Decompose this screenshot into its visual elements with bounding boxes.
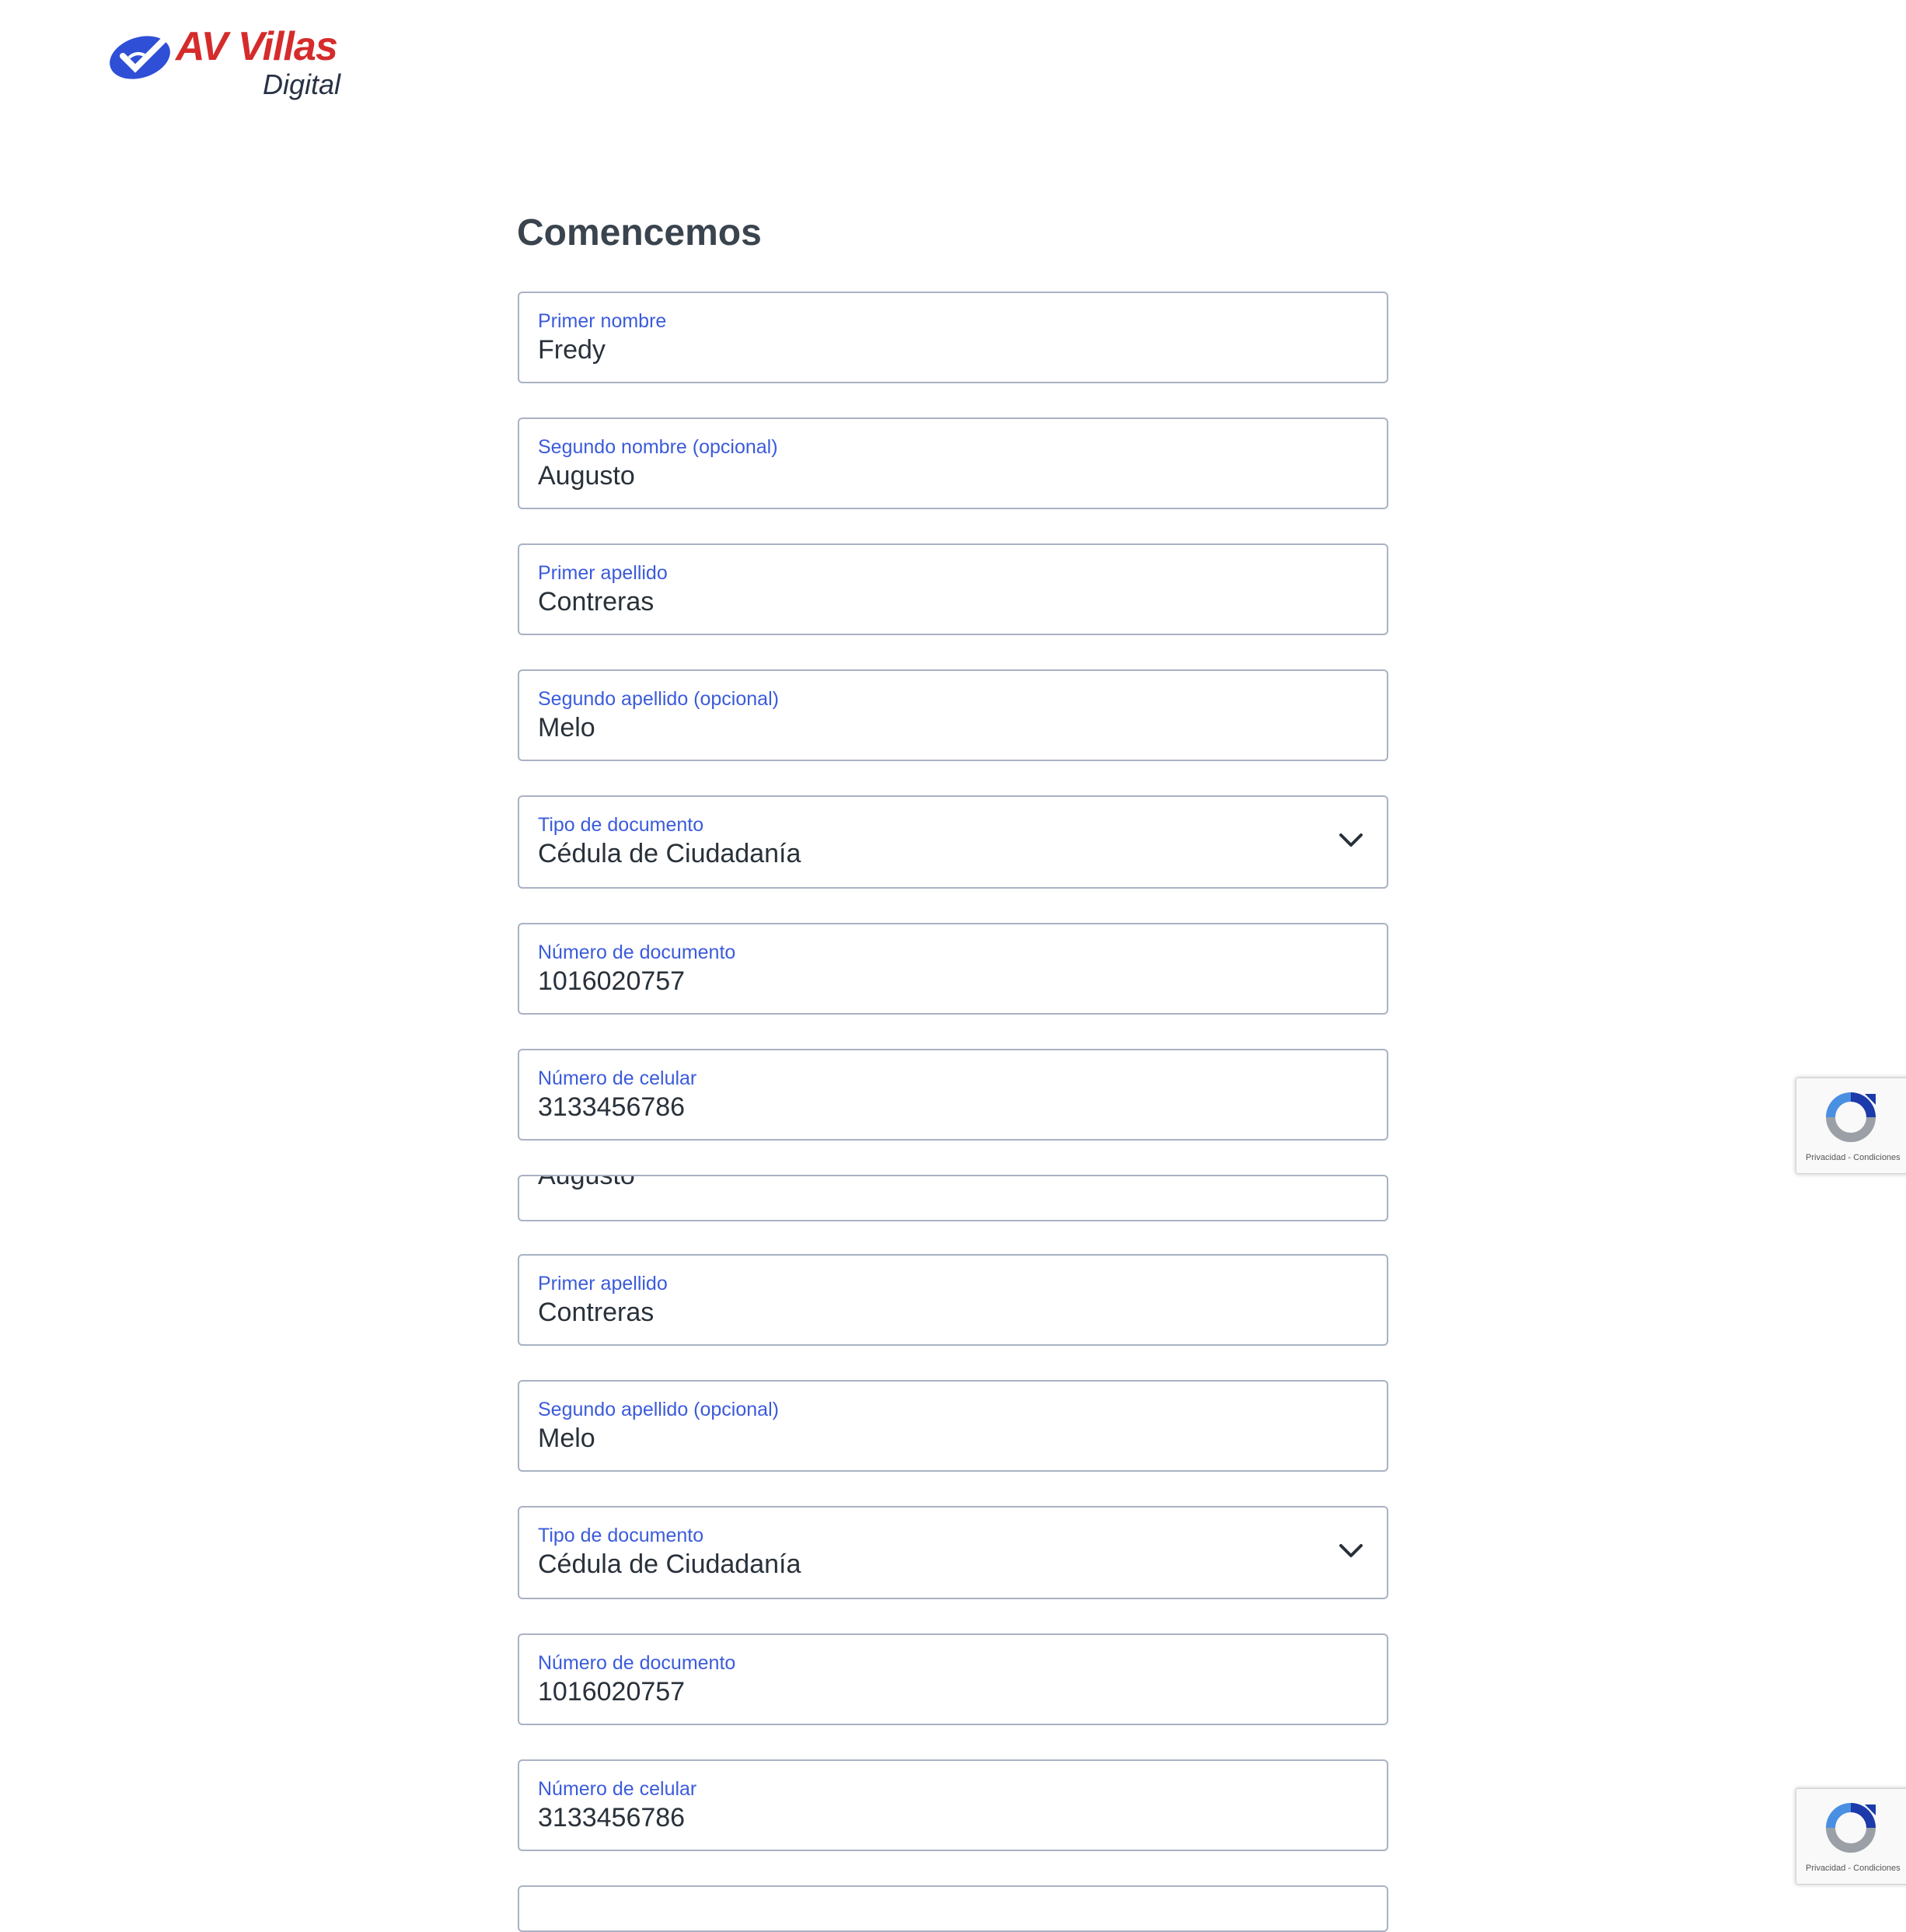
- field-label: Número de documento: [538, 942, 736, 963]
- document-number-field[interactable]: Número de documento 1016020757: [518, 1633, 1388, 1725]
- field-value[interactable]: Augusto: [538, 461, 635, 491]
- field-label: Primer nombre: [538, 310, 667, 332]
- document-number-field[interactable]: Número de documento 1016020757: [518, 923, 1388, 1015]
- field-label: Segundo nombre (opcional): [538, 436, 778, 458]
- field-value[interactable]: Contreras: [538, 1298, 654, 1328]
- field-label: Número de celular: [538, 1067, 697, 1089]
- av-villas-logo-icon: [110, 28, 176, 79]
- field-label: Tipo de documento: [538, 1525, 704, 1546]
- phone-number-field[interactable]: Número de celular 3133456786: [518, 1759, 1388, 1851]
- field-label: Primer apellido: [538, 1273, 668, 1294]
- field-value[interactable]: Fredy: [538, 335, 606, 365]
- recaptcha-links[interactable]: Privacidad - Condiciones: [1806, 1153, 1901, 1162]
- first-name-field[interactable]: Primer nombre Fredy: [518, 292, 1388, 383]
- document-type-select[interactable]: Tipo de documento Cédula de Ciudadanía: [518, 1506, 1388, 1599]
- document-type-select[interactable]: Tipo de documento Cédula de Ciudadanía: [518, 795, 1388, 889]
- av-villas-logo[interactable]: AV Villas Digital: [107, 23, 356, 109]
- field-label: Número de documento: [538, 1652, 736, 1674]
- field-value[interactable]: 3133456786: [538, 1803, 685, 1833]
- field-label: Segundo apellido (opcional): [538, 1399, 779, 1420]
- field-value[interactable]: Contreras: [538, 587, 654, 617]
- first-surname-field[interactable]: Primer apellido Contreras: [518, 1254, 1388, 1346]
- middle-name-field[interactable]: Segundo nombre (opcional) Augusto: [518, 417, 1388, 509]
- field-label: Segundo apellido (opcional): [538, 688, 779, 710]
- field-value[interactable]: Augusto: [538, 1176, 635, 1191]
- first-surname-field[interactable]: Primer apellido Contreras: [518, 543, 1388, 635]
- chevron-down-icon[interactable]: [1339, 831, 1363, 850]
- recaptcha-icon: [1826, 1803, 1876, 1853]
- recaptcha-badge[interactable]: Privacidad - Condiciones: [1796, 1078, 1906, 1174]
- next-field-clipped[interactable]: [518, 1885, 1388, 1932]
- field-value: Cédula de Ciudadanía: [538, 1549, 801, 1579]
- recaptcha-icon: [1826, 1092, 1876, 1142]
- second-surname-field[interactable]: Segundo apellido (opcional) Melo: [518, 669, 1388, 761]
- page-title: Comencemos: [517, 212, 762, 253]
- recaptcha-badge[interactable]: Privacidad - Condiciones: [1796, 1788, 1906, 1885]
- field-value[interactable]: Melo: [538, 713, 595, 743]
- field-label: Tipo de documento: [538, 814, 704, 836]
- field-label: Número de celular: [538, 1778, 697, 1800]
- field-value[interactable]: 3133456786: [538, 1092, 685, 1123]
- middle-name-field-clipped[interactable]: Augusto: [518, 1175, 1388, 1221]
- chevron-down-icon[interactable]: [1339, 1542, 1363, 1560]
- field-value[interactable]: Melo: [538, 1424, 595, 1454]
- phone-number-field[interactable]: Número de celular 3133456786: [518, 1049, 1388, 1141]
- field-label: Primer apellido: [538, 562, 668, 584]
- field-value[interactable]: 1016020757: [538, 966, 685, 997]
- logo-sub-text: Digital: [263, 68, 341, 100]
- field-value[interactable]: 1016020757: [538, 1677, 685, 1707]
- logo-brand-text: AV Villas: [176, 24, 338, 69]
- field-value: Cédula de Ciudadanía: [538, 839, 801, 868]
- second-surname-field[interactable]: Segundo apellido (opcional) Melo: [518, 1380, 1388, 1472]
- recaptcha-links[interactable]: Privacidad - Condiciones: [1806, 1864, 1901, 1873]
